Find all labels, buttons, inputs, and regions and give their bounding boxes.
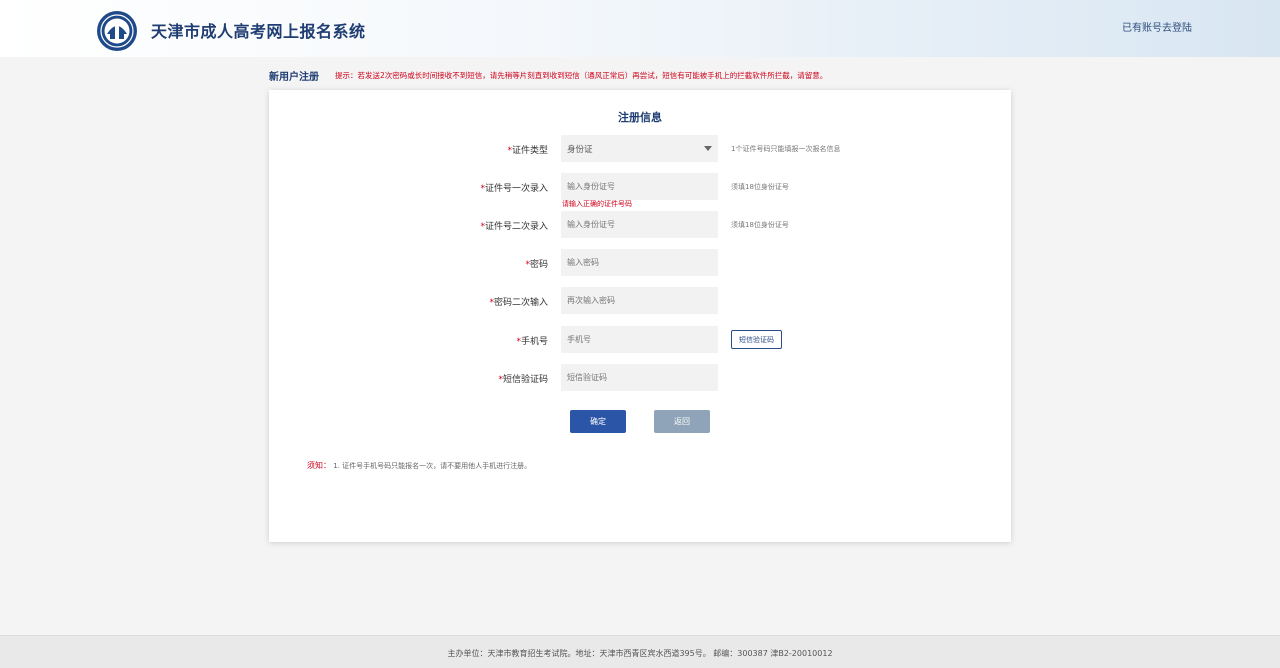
id-type-value: 身份证 (567, 144, 593, 155)
send-sms-code-button[interactable]: 短信验证码 (731, 330, 782, 349)
footer-text: 主办单位：天津市教育招生考试院。地址：天津市西青区宾水西道395号。 邮编：30… (447, 649, 833, 658)
sms-code-label-text: 短信验证码 (502, 375, 548, 385)
university-logo (97, 11, 137, 51)
id-type-hint: 1个证件号码只能填报一次报名信息 (731, 145, 841, 153)
tip-text: 提示：若发送2次密码或长时间接收不到短信，请先稍等片刻直到收到短信（通风正常后）… (335, 71, 828, 80)
password-row: *密码 (269, 249, 1011, 276)
id-second-label: *证件号二次录入 (480, 219, 548, 232)
password-input[interactable] (561, 249, 718, 276)
id-first-row: *证件号一次录入 须填18位身份证号 (269, 173, 1011, 200)
notice-label: 须知： (307, 461, 331, 470)
registration-card: 注册信息 *证件类型 身份证 1个证件号码只能填报一次报名信息 *证件号一次录入… (269, 90, 1011, 542)
site-header: 天津市成人高考网上报名系统 已有账号去登陆 (0, 0, 1280, 57)
password-label-text: 密码 (529, 260, 548, 270)
phone-label: *手机号 (516, 334, 548, 347)
id-second-input[interactable] (561, 211, 718, 238)
password-label: *密码 (525, 257, 548, 270)
phone-label-text: 手机号 (520, 337, 548, 347)
page-title: 新用户注册 (269, 72, 319, 83)
site-title: 天津市成人高考网上报名系统 (151, 22, 366, 41)
login-link[interactable]: 已有账号去登陆 (1122, 19, 1192, 34)
site-footer: 主办单位：天津市教育招生考试院。地址：天津市西青区宾水西道395号。 邮编：30… (0, 635, 1280, 668)
id-second-hint: 须填18位身份证号 (731, 221, 789, 229)
id-type-label-text: 证件类型 (511, 146, 548, 156)
id-first-label-text: 证件号一次录入 (484, 184, 548, 194)
id-type-select[interactable]: 身份证 (561, 135, 718, 162)
notice: 须知： 1. 证件号手机号码只能报名一次，请不要用他人手机进行注册。 (307, 460, 531, 471)
id-first-hint: 须填18位身份证号 (731, 183, 789, 191)
confirm-button[interactable]: 确定 (570, 410, 626, 433)
id-first-error: 请输入正确的证件号码 (562, 200, 632, 208)
sms-code-row: *短信验证码 (269, 364, 1011, 391)
id-type-row: *证件类型 身份证 1个证件号码只能填报一次报名信息 (269, 135, 1011, 162)
password-confirm-label-text: 密码二次输入 (493, 298, 548, 308)
password-confirm-row: *密码二次输入 (269, 287, 1011, 314)
sms-code-label: *短信验证码 (498, 372, 548, 385)
id-second-row: *证件号二次录入 须填18位身份证号 (269, 211, 1011, 238)
id-first-label: *证件号一次录入 (480, 181, 548, 194)
id-first-input[interactable] (561, 173, 718, 200)
page-subheader: 新用户注册 提示：若发送2次密码或长时间接收不到短信，请先稍等片刻直到收到短信（… (269, 67, 1011, 83)
chevron-down-icon (704, 146, 712, 151)
phone-input[interactable] (561, 326, 718, 353)
sms-code-input[interactable] (561, 364, 718, 391)
notice-text: 1. 证件号手机号码只能报名一次，请不要用他人手机进行注册。 (333, 462, 532, 470)
password-confirm-input[interactable] (561, 287, 718, 314)
password-confirm-label: *密码二次输入 (489, 295, 548, 308)
form-title: 注册信息 (618, 111, 662, 124)
phone-row: *手机号 短信验证码 (269, 326, 1011, 353)
back-button[interactable]: 返回 (654, 410, 710, 433)
id-second-label-text: 证件号二次录入 (484, 222, 548, 232)
id-type-label: *证件类型 (507, 143, 548, 156)
